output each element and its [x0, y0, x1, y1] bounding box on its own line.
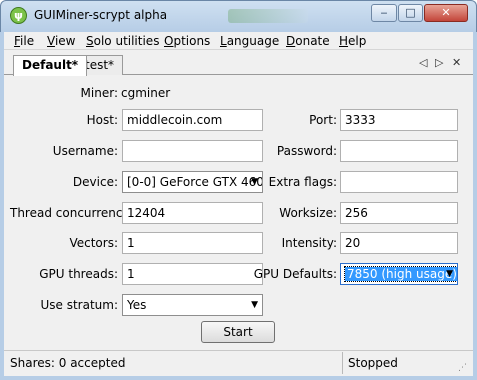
password-label: Password:	[276, 144, 337, 158]
shares-status: Shares: 0 accepted	[10, 356, 126, 370]
host-label: Host:	[86, 113, 118, 127]
miner-state-status: Stopped	[348, 356, 398, 370]
background-window-ghost	[228, 9, 308, 23]
menu-file[interactable]: File	[14, 33, 34, 49]
device-label: Device:	[72, 175, 118, 189]
tab-scroll-left-icon[interactable]: ◁	[419, 56, 427, 69]
use-stratum-label: Use stratum:	[40, 298, 118, 312]
gpu-defaults-select[interactable]: 7850 (high usage) ▼	[340, 263, 458, 285]
menu-solo-utilities[interactable]: Solo utilities	[86, 33, 159, 49]
port-label: Port:	[309, 113, 337, 127]
port-field[interactable]: 3333	[340, 109, 458, 131]
username-label: Username:	[52, 144, 118, 158]
menu-donate[interactable]: Donate	[286, 33, 330, 49]
host-field[interactable]: middlecoin.com	[122, 109, 263, 131]
thread-concurrency-label: Thread concurrency:	[10, 206, 133, 220]
vectors-label: Vectors:	[69, 236, 118, 250]
tab-default[interactable]: Default*	[13, 55, 88, 76]
extra-flags-label: Extra flags:	[268, 175, 337, 189]
chevron-down-icon: ▼	[446, 269, 453, 279]
worksize-field[interactable]: 256	[340, 202, 458, 224]
vectors-field[interactable]: 1	[122, 232, 263, 254]
menu-view[interactable]: View	[47, 33, 75, 49]
thread-concurrency-field[interactable]: 12404	[122, 202, 263, 224]
miner-label: Miner:	[80, 86, 118, 100]
maximize-button[interactable]: □	[398, 4, 423, 22]
tab-scroll-right-icon[interactable]: ▷	[435, 56, 443, 69]
status-divider	[342, 352, 343, 374]
device-select[interactable]: [0-0] GeForce GTX 460 ▼	[122, 171, 263, 193]
use-stratum-select[interactable]: Yes ▼	[122, 294, 263, 316]
extra-flags-field[interactable]	[340, 171, 458, 193]
start-button[interactable]: Start	[201, 321, 275, 343]
resize-grip-icon[interactable]: ⋰	[458, 363, 470, 375]
minimize-button[interactable]: ‒	[371, 4, 397, 22]
menu-language[interactable]: Language	[220, 33, 279, 49]
intensity-label: Intensity:	[281, 236, 337, 250]
intensity-field[interactable]: 20	[340, 232, 458, 254]
app-icon: ψ	[10, 7, 27, 24]
gpu-threads-label: GPU threads:	[39, 267, 118, 281]
username-field[interactable]	[122, 140, 263, 162]
worksize-label: Worksize:	[279, 206, 337, 220]
password-field[interactable]	[340, 140, 458, 162]
chevron-down-icon: ▼	[251, 300, 258, 310]
window-title: GUIMiner-scrypt alpha	[34, 8, 168, 22]
gpu-defaults-label: GPU Defaults:	[253, 267, 337, 281]
menu-help[interactable]: Help	[339, 33, 366, 49]
tab-close-icon[interactable]: ✕	[452, 56, 461, 69]
menu-options[interactable]: Options	[164, 33, 210, 49]
close-window-button[interactable]: ✕	[424, 4, 468, 22]
miner-value: cgminer	[121, 86, 171, 100]
gpu-threads-field[interactable]: 1	[122, 263, 263, 285]
